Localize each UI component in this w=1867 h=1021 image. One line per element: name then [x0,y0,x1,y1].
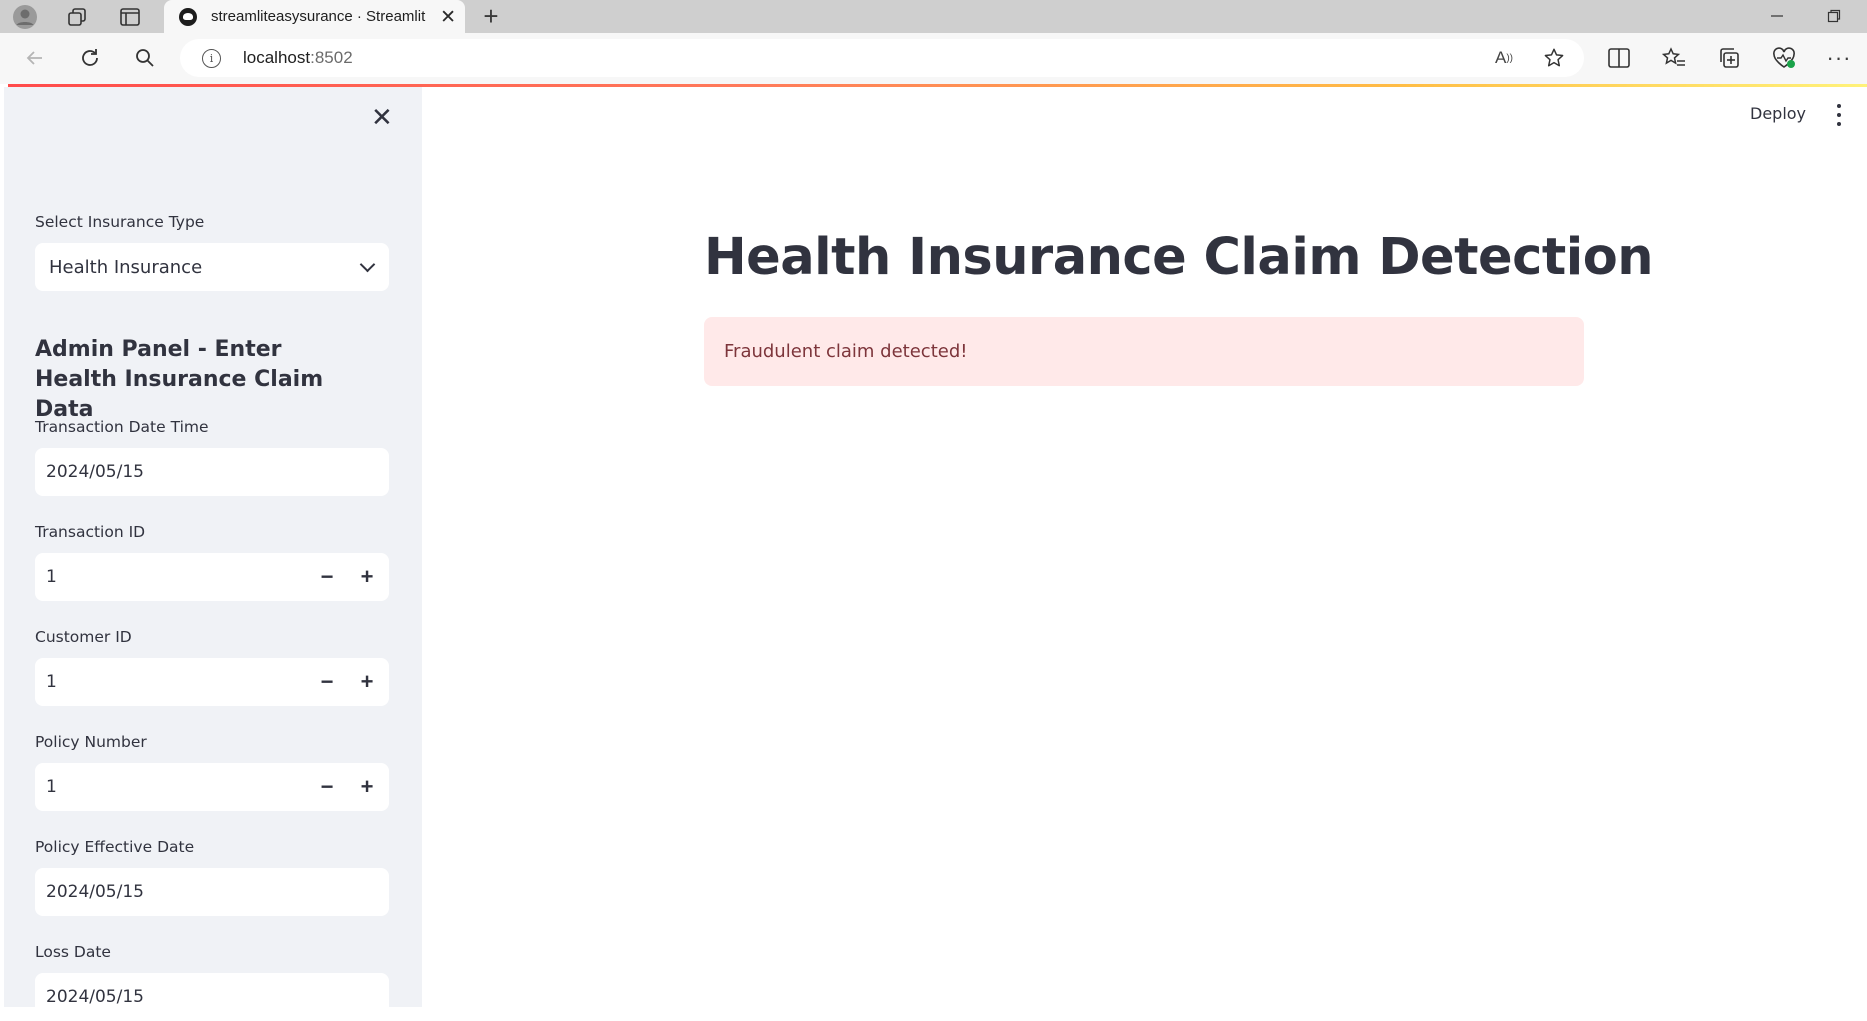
customer-id-label: Customer ID [35,628,132,646]
chevron-down-icon [359,256,376,272]
back-icon[interactable] [22,45,48,71]
settings-more-icon[interactable]: ··· [1826,45,1852,71]
restore-icon[interactable] [1822,4,1846,28]
collections-icon[interactable] [1716,45,1742,71]
loss-date-value: 2024/05/15 [46,987,144,1007]
refresh-icon[interactable] [77,45,103,71]
tab-actions-icon[interactable] [118,6,142,28]
close-sidebar-icon[interactable]: ✕ [371,104,393,130]
transaction-date-input[interactable]: 2024/05/15 [35,448,389,496]
increment-button[interactable]: + [347,763,387,811]
read-aloud-icon[interactable]: A)) [1491,46,1517,70]
transaction-id-label: Transaction ID [35,523,146,541]
page-title: Health Insurance Claim Detection [704,228,1654,287]
sidebar: ✕ Select Insurance Type Health Insurance… [4,87,422,1021]
alert-message: Fraudulent claim detected! [724,341,968,362]
decrement-button[interactable]: − [307,553,347,601]
url-text: localhost:8502 [243,48,353,67]
browser-essentials-icon[interactable] [1771,45,1797,71]
transaction-id-value: 1 [46,567,57,587]
browser-tab-bar: streamliteasysurance · Streamlit ✕ + [0,0,1867,33]
split-screen-icon[interactable] [1606,45,1632,71]
policy-number-stepper[interactable]: 1 − + [35,763,389,811]
loss-date-label: Loss Date [35,943,111,961]
policy-effective-date-label: Policy Effective Date [35,838,195,856]
streamlit-favicon-icon [179,7,197,26]
insurance-type-value: Health Insurance [49,256,203,278]
site-info-icon[interactable]: i [202,48,221,68]
favorites-icon[interactable] [1661,45,1687,71]
insurance-type-label: Select Insurance Type [35,213,205,231]
main-menu-icon[interactable] [1830,104,1848,126]
new-tab-icon[interactable]: + [478,1,504,31]
profile-icon[interactable] [12,4,38,30]
error-alert: Fraudulent claim detected! [704,317,1584,386]
search-icon[interactable] [132,45,158,71]
transaction-date-value: 2024/05/15 [46,462,144,482]
policy-number-value: 1 [46,777,57,797]
policy-effective-date-value: 2024/05/15 [46,882,144,902]
url-field[interactable]: i localhost:8502 [180,39,1584,77]
decrement-button[interactable]: − [307,763,347,811]
browser-tab-active[interactable]: streamliteasysurance · Streamlit ✕ [164,0,465,33]
transaction-id-stepper[interactable]: 1 − + [35,553,389,601]
customer-id-value: 1 [46,672,57,692]
tab-close-icon[interactable]: ✕ [440,6,456,29]
policy-effective-date-input[interactable]: 2024/05/15 [35,868,389,916]
favorite-star-icon[interactable] [1541,45,1567,71]
policy-number-label: Policy Number [35,733,147,751]
tab-title: streamliteasysurance · Streamlit [211,8,426,25]
minimize-icon[interactable] [1765,4,1789,28]
decrement-button[interactable]: − [307,658,347,706]
admin-panel-subheader: Admin Panel - Enter Health Insurance Cla… [35,337,324,422]
loss-date-input[interactable]: 2024/05/15 [35,973,389,1021]
workspaces-icon[interactable] [65,6,89,28]
deploy-button[interactable]: Deploy [1750,104,1806,123]
insurance-type-select[interactable]: Health Insurance [35,243,389,291]
transaction-date-label: Transaction Date Time [35,418,209,436]
browser-address-bar: i localhost:8502 A)) ··· [0,33,1867,84]
increment-button[interactable]: + [347,553,387,601]
increment-button[interactable]: + [347,658,387,706]
customer-id-stepper[interactable]: 1 − + [35,658,389,706]
